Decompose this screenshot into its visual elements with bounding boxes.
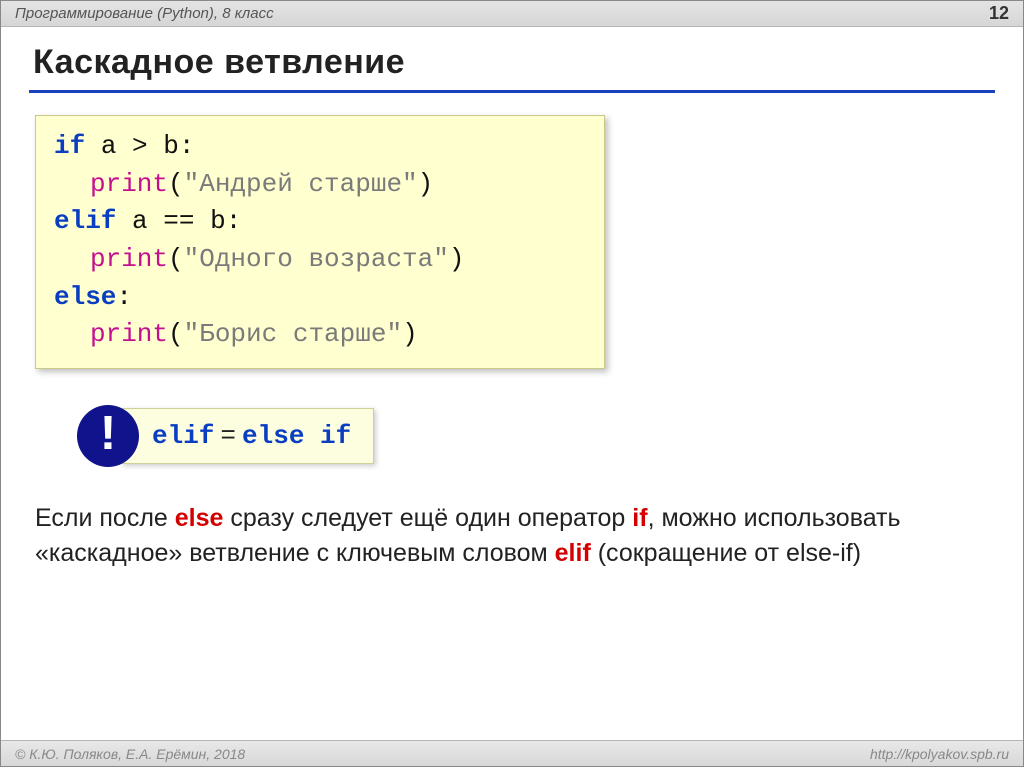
kw-if: if: [54, 131, 85, 161]
lparen: (: [168, 169, 184, 199]
var-a: a: [132, 206, 148, 236]
code-line: print("Борис старше"): [54, 316, 586, 354]
fn-print: print: [90, 244, 168, 274]
code-block: if a > b: print("Андрей старше") elif a …: [35, 115, 605, 369]
note-lhs: elif: [152, 421, 214, 451]
note-eq: =: [214, 421, 242, 451]
code-line: else:: [54, 279, 586, 317]
code-line: elif a == b:: [54, 203, 586, 241]
kw-else: else: [175, 504, 224, 532]
kw-elif: elif: [555, 539, 591, 567]
footer-right: http://kpolyakov.spb.ru: [870, 746, 1009, 762]
footer-bar: © К.Ю. Поляков, Е.А. Ерёмин, 2018 http:/…: [1, 740, 1023, 766]
note-rhs: else if: [242, 421, 351, 451]
code-line: print("Одного возраста"): [54, 241, 586, 279]
exclaim-icon: !: [77, 405, 139, 467]
slide: Программирование (Python), 8 класс 12 Ка…: [0, 0, 1024, 767]
kw-elif: elif: [54, 206, 116, 236]
rparen: ): [402, 319, 418, 349]
note-bar: ! elif=else if: [77, 405, 995, 467]
rparen: ): [449, 244, 465, 274]
content: Каскадное ветвление if a > b: print("Анд…: [1, 27, 1023, 571]
page-number: 12: [989, 3, 1009, 24]
fn-print: print: [90, 319, 168, 349]
colon: :: [179, 131, 195, 161]
fn-print: print: [90, 169, 168, 199]
lparen: (: [168, 319, 184, 349]
var-b: b: [210, 206, 226, 236]
kw-else: else: [54, 282, 116, 312]
t: сразу следует ещё один оператор: [223, 504, 632, 532]
colon: :: [226, 206, 242, 236]
note-box: elif=else if: [121, 408, 374, 464]
str-lit: "Андрей старше": [184, 169, 418, 199]
rparen: ): [418, 169, 434, 199]
op-eq: ==: [163, 206, 194, 236]
kw-if: if: [632, 504, 647, 532]
header-left: Программирование (Python), 8 класс: [15, 5, 274, 22]
paragraph: Если после else сразу следует ещё один о…: [35, 501, 989, 571]
slide-title: Каскадное ветвление: [29, 37, 995, 93]
str-lit: "Одного возраста": [184, 244, 449, 274]
header-bar: Программирование (Python), 8 класс 12: [1, 1, 1023, 27]
code-line: print("Андрей старше"): [54, 166, 586, 204]
var-a: a: [101, 131, 117, 161]
str-lit: "Борис старше": [184, 319, 402, 349]
op-gt: >: [132, 131, 148, 161]
var-b: b: [163, 131, 179, 161]
footer-left: © К.Ю. Поляков, Е.А. Ерёмин, 2018: [15, 746, 245, 762]
colon: :: [116, 282, 132, 312]
t: (сокращение от else-if): [591, 539, 861, 567]
code-line: if a > b:: [54, 128, 586, 166]
t: Если после: [35, 504, 175, 532]
lparen: (: [168, 244, 184, 274]
